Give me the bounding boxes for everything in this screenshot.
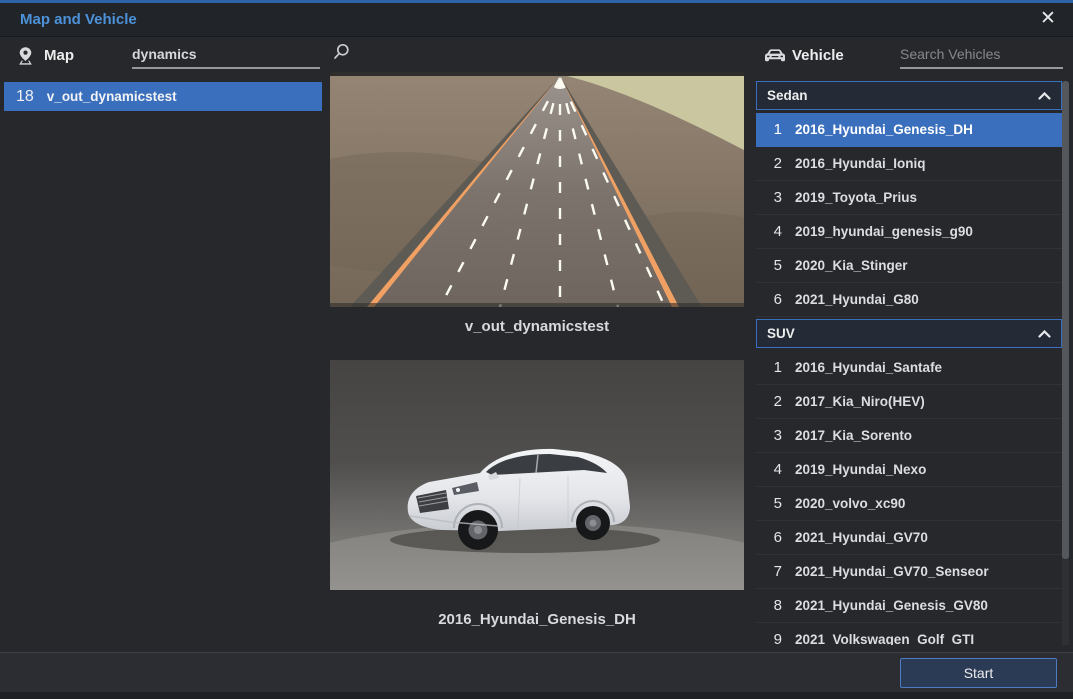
vehicle-search-input[interactable] (900, 46, 1073, 62)
chevron-up-icon (1038, 325, 1051, 343)
vehicle-row-name: 2017_Kia_Sorento (795, 428, 912, 443)
vehicle-row[interactable]: 7 2021_Hyundai_GV70_Senseor (756, 555, 1062, 589)
vehicle-row[interactable]: 2 2017_Kia_Niro(HEV) (756, 385, 1062, 419)
vehicle-row-index: 7 (756, 563, 782, 580)
vehicle-panel-title: Vehicle (792, 47, 844, 64)
vehicle-row-index: 4 (756, 461, 782, 478)
vehicle-row-name: 2021_Hyundai_Genesis_GV80 (795, 598, 988, 613)
map-search-input[interactable] (132, 46, 328, 62)
sedan-items: 1 2016_Hyundai_Genesis_DH 2 2016_Hyundai… (756, 113, 1062, 317)
vehicle-row-name: 2016_Hyundai_Genesis_DH (795, 122, 973, 137)
vehicle-row-name: 2020_volvo_xc90 (795, 496, 905, 511)
scrollbar-thumb[interactable] (1062, 81, 1069, 559)
vehicle-row-index: 5 (756, 495, 782, 512)
vehicle-row-name: 2019_Toyota_Prius (795, 190, 917, 205)
suv-items: 1 2016_Hyundai_Santafe 2 2017_Kia_Niro(H… (756, 351, 1062, 645)
chevron-up-icon (1038, 87, 1051, 105)
vehicle-row-name: 2020_Kia_Stinger (795, 258, 908, 273)
section-label: SUV (767, 326, 795, 341)
vehicle-row-index: 6 (756, 529, 782, 546)
vehicle-row[interactable]: 8 2021_Hyundai_Genesis_GV80 (756, 589, 1062, 623)
map-and-vehicle-dialog: Map and Vehicle ✕ Map 18 v_out_dynamicst… (0, 0, 1073, 699)
start-button[interactable]: Start (900, 658, 1057, 688)
vehicle-row-index: 5 (756, 257, 782, 274)
vehicle-row-index: 3 (756, 427, 782, 444)
titlebar: Map and Vehicle (0, 0, 1073, 37)
vehicle-row-name: 2021_Hyundai_GV70 (795, 530, 928, 545)
search-icon[interactable] (332, 43, 350, 66)
vehicle-row-index: 1 (756, 359, 782, 376)
window-bottom-edge (0, 692, 1073, 699)
vehicle-row[interactable]: 9 2021_Volkswagen_Golf_GTI (756, 623, 1062, 645)
section-label: Sedan (767, 88, 808, 103)
vehicle-row-name: 2019_hyundai_genesis_g90 (795, 224, 973, 239)
map-pin-icon (16, 46, 35, 72)
vehicle-row[interactable]: 6 2021_Hyundai_G80 (756, 283, 1062, 317)
vehicle-preview-label: 2016_Hyundai_Genesis_DH (330, 611, 744, 628)
vehicle-list: Sedan 1 2016_Hyundai_Genesis_DH 2 2016_H… (756, 81, 1062, 645)
vehicle-row-index: 6 (756, 291, 782, 308)
map-item-name: v_out_dynamicstest (47, 89, 177, 104)
vehicle-row-name: 2016_Hyundai_Ioniq (795, 156, 926, 171)
vehicle-row-name: 2016_Hyundai_Santafe (795, 360, 942, 375)
vehicle-row[interactable]: 3 2017_Kia_Sorento (756, 419, 1062, 453)
map-panel-title: Map (44, 47, 74, 64)
vehicle-row[interactable]: 4 2019_hyundai_genesis_g90 (756, 215, 1062, 249)
vehicle-row-name: 2021_Hyundai_G80 (795, 292, 919, 307)
vehicle-row[interactable]: 1 2016_Hyundai_Genesis_DH (756, 113, 1062, 147)
vehicle-row-index: 1 (756, 121, 782, 138)
vehicle-row[interactable]: 1 2016_Hyundai_Santafe (756, 351, 1062, 385)
map-list-item-selected[interactable]: 18 v_out_dynamicstest (4, 82, 322, 111)
section-header-suv[interactable]: SUV (756, 319, 1062, 348)
vehicle-row-name: 2019_Hyundai_Nexo (795, 462, 926, 477)
vehicle-row-index: 2 (756, 155, 782, 172)
map-item-index: 18 (16, 88, 34, 106)
vehicle-search-box (900, 41, 1063, 69)
vehicle-row-index: 9 (756, 631, 782, 645)
vehicle-row[interactable]: 5 2020_Kia_Stinger (756, 249, 1062, 283)
vehicle-row-name: 2017_Kia_Niro(HEV) (795, 394, 925, 409)
vehicle-row[interactable]: 2 2016_Hyundai_Ioniq (756, 147, 1062, 181)
vehicle-row-index: 2 (756, 393, 782, 410)
vehicle-row-index: 4 (756, 223, 782, 240)
vehicle-row[interactable]: 5 2020_volvo_xc90 (756, 487, 1062, 521)
map-preview-label: v_out_dynamicstest (330, 318, 744, 335)
vehicle-row-index: 8 (756, 597, 782, 614)
dialog-title: Map and Vehicle (20, 11, 137, 28)
vehicle-row[interactable]: 6 2021_Hyundai_GV70 (756, 521, 1062, 555)
close-icon[interactable]: ✕ (1035, 6, 1061, 32)
vehicle-row-name: 2021_Hyundai_GV70_Senseor (795, 564, 989, 579)
vehicle-row-name: 2021_Volkswagen_Golf_GTI (795, 632, 974, 645)
vehicle-row[interactable]: 4 2019_Hyundai_Nexo (756, 453, 1062, 487)
vehicle-row[interactable]: 3 2019_Toyota_Prius (756, 181, 1062, 215)
vehicle-row-index: 3 (756, 189, 782, 206)
car-front-icon (764, 48, 786, 68)
map-preview-image (330, 72, 744, 307)
map-search-box (132, 41, 320, 69)
vehicle-preview-image (330, 360, 744, 590)
vehicle-list-scrollbar[interactable] (1062, 81, 1069, 645)
section-header-sedan[interactable]: Sedan (756, 81, 1062, 110)
